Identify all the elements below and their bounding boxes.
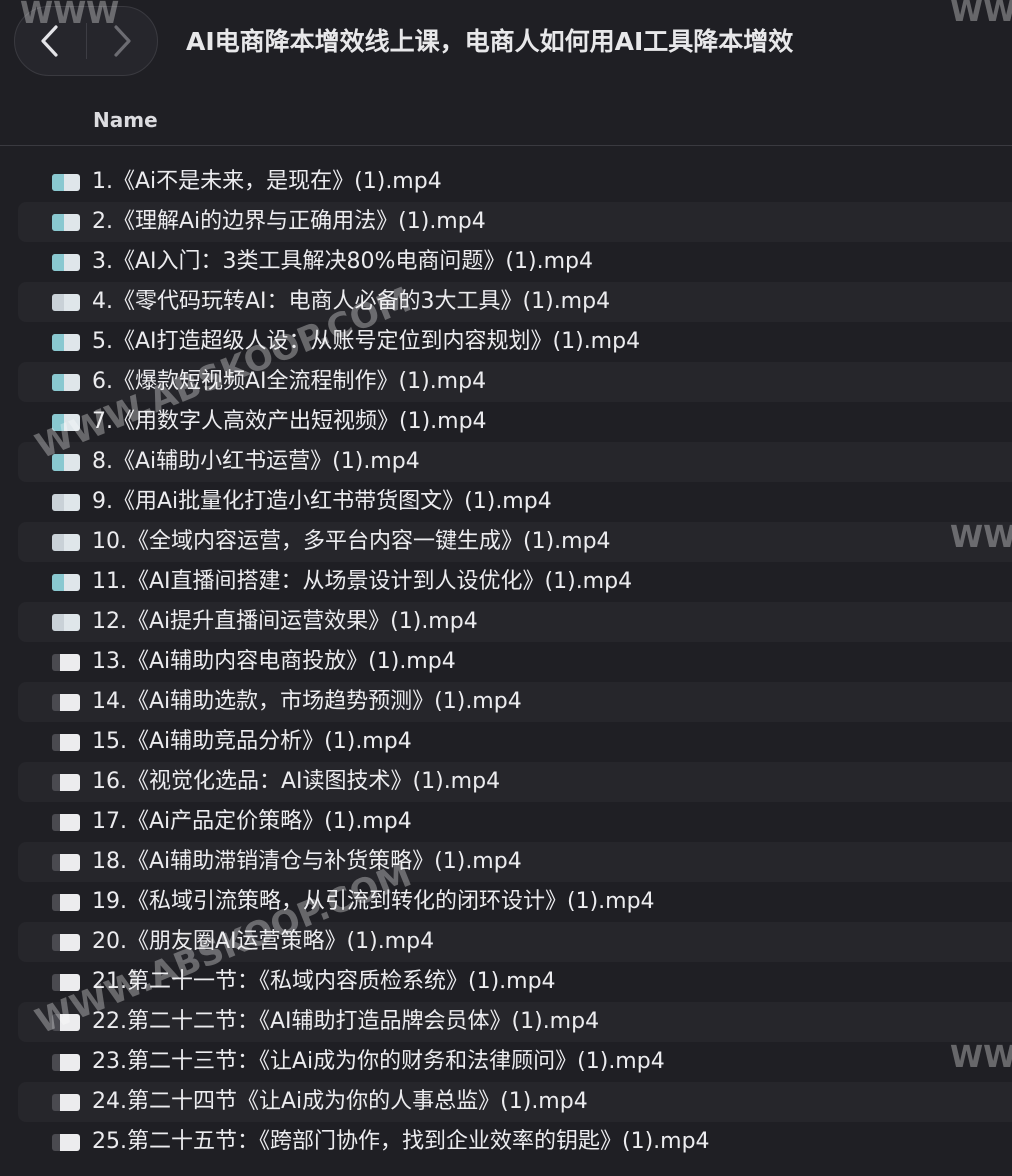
- video-camera-icon: [52, 934, 80, 951]
- video-thumbnail-icon: [52, 214, 80, 231]
- file-row[interactable]: 9.《用Ai批量化打造小红书带货图文》(1).mp4: [18, 482, 1012, 522]
- file-row[interactable]: 23.第二十三节：《让Ai成为你的财务和法律顾问》(1).mp4: [18, 1042, 1012, 1082]
- file-name: 16.《视觉化选品：AI读图技术》(1).mp4: [92, 769, 501, 794]
- video-camera-icon: [52, 854, 80, 871]
- file-row[interactable]: 11.《AI直播间搭建：从场景设计到人设优化》(1).mp4: [18, 562, 1012, 602]
- video-camera-icon: [52, 974, 80, 991]
- file-row[interactable]: 6.《爆款短视频AI全流程制作》(1).mp4: [18, 362, 1012, 402]
- file-name: 23.第二十三节：《让Ai成为你的财务和法律顾问》(1).mp4: [92, 1049, 665, 1074]
- file-name: 18.《Ai辅助滞销清仓与补货策略》(1).mp4: [92, 849, 522, 874]
- video-camera-icon: [52, 774, 80, 791]
- video-camera-icon: [52, 1094, 80, 1111]
- file-name: 21.第二十一节：《私域内容质检系统》(1).mp4: [92, 969, 556, 994]
- video-camera-icon: [52, 694, 80, 711]
- file-row[interactable]: 2.《理解Ai的边界与正确用法》(1).mp4: [18, 202, 1012, 242]
- video-camera-icon: [52, 654, 80, 671]
- video-camera-icon: [52, 1014, 80, 1031]
- window-title: AI电商降本增效线上课，电商人如何用AI工具降本增效: [186, 27, 794, 56]
- video-thumbnail-icon: [52, 294, 80, 311]
- file-name: 4.《零代码玩转AI：电商人必备的3大工具》(1).mp4: [92, 289, 611, 314]
- file-name: 9.《用Ai批量化打造小红书带货图文》(1).mp4: [92, 489, 552, 514]
- file-row[interactable]: 7.《用数字人高效产出短视频》(1).mp4: [18, 402, 1012, 442]
- file-name: 15.《Ai辅助竞品分析》(1).mp4: [92, 729, 412, 754]
- file-row[interactable]: 19.《私域引流策略，从引流到转化的闭环设计》(1).mp4: [18, 882, 1012, 922]
- video-thumbnail-icon: [52, 614, 80, 631]
- file-row[interactable]: 8.《Ai辅助小红书运营》(1).mp4: [18, 442, 1012, 482]
- video-camera-icon: [52, 1134, 80, 1151]
- file-row[interactable]: 17.《Ai产品定价策略》(1).mp4: [18, 802, 1012, 842]
- file-name: 24.第二十四节《让Ai成为你的人事总监》(1).mp4: [92, 1089, 588, 1114]
- file-row[interactable]: 18.《Ai辅助滞销清仓与补货策略》(1).mp4: [18, 842, 1012, 882]
- file-name: 11.《AI直播间搭建：从场景设计到人设优化》(1).mp4: [92, 569, 633, 594]
- file-row[interactable]: 15.《Ai辅助竞品分析》(1).mp4: [18, 722, 1012, 762]
- file-name: 25.第二十五节：《跨部门协作，找到企业效率的钥匙》(1).mp4: [92, 1129, 710, 1154]
- file-row[interactable]: 13.《Ai辅助内容电商投放》(1).mp4: [18, 642, 1012, 682]
- file-name: 7.《用数字人高效产出短视频》(1).mp4: [92, 409, 487, 434]
- file-name: 10.《全域内容运营，多平台内容一键生成》(1).mp4: [92, 529, 611, 554]
- video-thumbnail-icon: [52, 534, 80, 551]
- forward-button[interactable]: [87, 7, 158, 75]
- video-camera-icon: [52, 1054, 80, 1071]
- file-row[interactable]: 1.《Ai不是未来，是现在》(1).mp4: [18, 162, 1012, 202]
- file-row[interactable]: 3.《AI入门：3类工具解决80%电商问题》(1).mp4: [18, 242, 1012, 282]
- video-thumbnail-icon: [52, 414, 80, 431]
- file-row[interactable]: 20.《朋友圈AI运营策略》(1).mp4: [18, 922, 1012, 962]
- video-thumbnail-icon: [52, 174, 80, 191]
- file-list: 1.《Ai不是未来，是现在》(1).mp4 2.《理解Ai的边界与正确用法》(1)…: [0, 162, 1012, 1162]
- file-name: 8.《Ai辅助小红书运营》(1).mp4: [92, 449, 420, 474]
- file-name: 5.《AI打造超级人设：从账号定位到内容规划》(1).mp4: [92, 329, 641, 354]
- toolbar: AI电商降本增效线上课，电商人如何用AI工具降本增效: [0, 0, 1012, 88]
- file-row[interactable]: 21.第二十一节：《私域内容质检系统》(1).mp4: [18, 962, 1012, 1002]
- file-row[interactable]: 16.《视觉化选品：AI读图技术》(1).mp4: [18, 762, 1012, 802]
- file-row[interactable]: 4.《零代码玩转AI：电商人必备的3大工具》(1).mp4: [18, 282, 1012, 322]
- file-name: 22.第二十二节：《AI辅助打造品牌会员体》(1).mp4: [92, 1009, 600, 1034]
- file-row[interactable]: 14.《Ai辅助选款，市场趋势预测》(1).mp4: [18, 682, 1012, 722]
- file-name: 1.《Ai不是未来，是现在》(1).mp4: [92, 169, 442, 194]
- file-name: 20.《朋友圈AI运营策略》(1).mp4: [92, 929, 435, 954]
- file-row[interactable]: 24.第二十四节《让Ai成为你的人事总监》(1).mp4: [18, 1082, 1012, 1122]
- video-thumbnail-icon: [52, 454, 80, 471]
- video-thumbnail-icon: [52, 334, 80, 351]
- file-name: 6.《爆款短视频AI全流程制作》(1).mp4: [92, 369, 487, 394]
- file-name: 19.《私域引流策略，从引流到转化的闭环设计》(1).mp4: [92, 889, 655, 914]
- list-header: Name: [0, 100, 1012, 146]
- file-name: 12.《Ai提升直播间运营效果》(1).mp4: [92, 609, 478, 634]
- video-camera-icon: [52, 894, 80, 911]
- navigation-buttons: [14, 6, 158, 76]
- chevron-right-icon: [114, 25, 131, 57]
- file-name: 3.《AI入门：3类工具解决80%电商问题》(1).mp4: [92, 249, 593, 274]
- chevron-left-icon: [41, 25, 58, 57]
- file-name: 13.《Ai辅助内容电商投放》(1).mp4: [92, 649, 456, 674]
- column-header-name[interactable]: Name: [93, 106, 158, 134]
- file-name: 14.《Ai辅助选款，市场趋势预测》(1).mp4: [92, 689, 522, 714]
- video-thumbnail-icon: [52, 254, 80, 271]
- back-button[interactable]: [15, 7, 86, 75]
- video-thumbnail-icon: [52, 574, 80, 591]
- file-row[interactable]: 25.第二十五节：《跨部门协作，找到企业效率的钥匙》(1).mp4: [18, 1122, 1012, 1162]
- video-thumbnail-icon: [52, 374, 80, 391]
- video-camera-icon: [52, 814, 80, 831]
- file-name: 2.《理解Ai的边界与正确用法》(1).mp4: [92, 209, 486, 234]
- file-row[interactable]: 5.《AI打造超级人设：从账号定位到内容规划》(1).mp4: [18, 322, 1012, 362]
- video-thumbnail-icon: [52, 494, 80, 511]
- file-row[interactable]: 12.《Ai提升直播间运营效果》(1).mp4: [18, 602, 1012, 642]
- finder-window: AI电商降本增效线上课，电商人如何用AI工具降本增效 Name 1.《Ai不是未…: [0, 0, 1012, 1176]
- file-row[interactable]: 22.第二十二节：《AI辅助打造品牌会员体》(1).mp4: [18, 1002, 1012, 1042]
- file-name: 17.《Ai产品定价策略》(1).mp4: [92, 809, 412, 834]
- file-row[interactable]: 10.《全域内容运营，多平台内容一键生成》(1).mp4: [18, 522, 1012, 562]
- video-camera-icon: [52, 734, 80, 751]
